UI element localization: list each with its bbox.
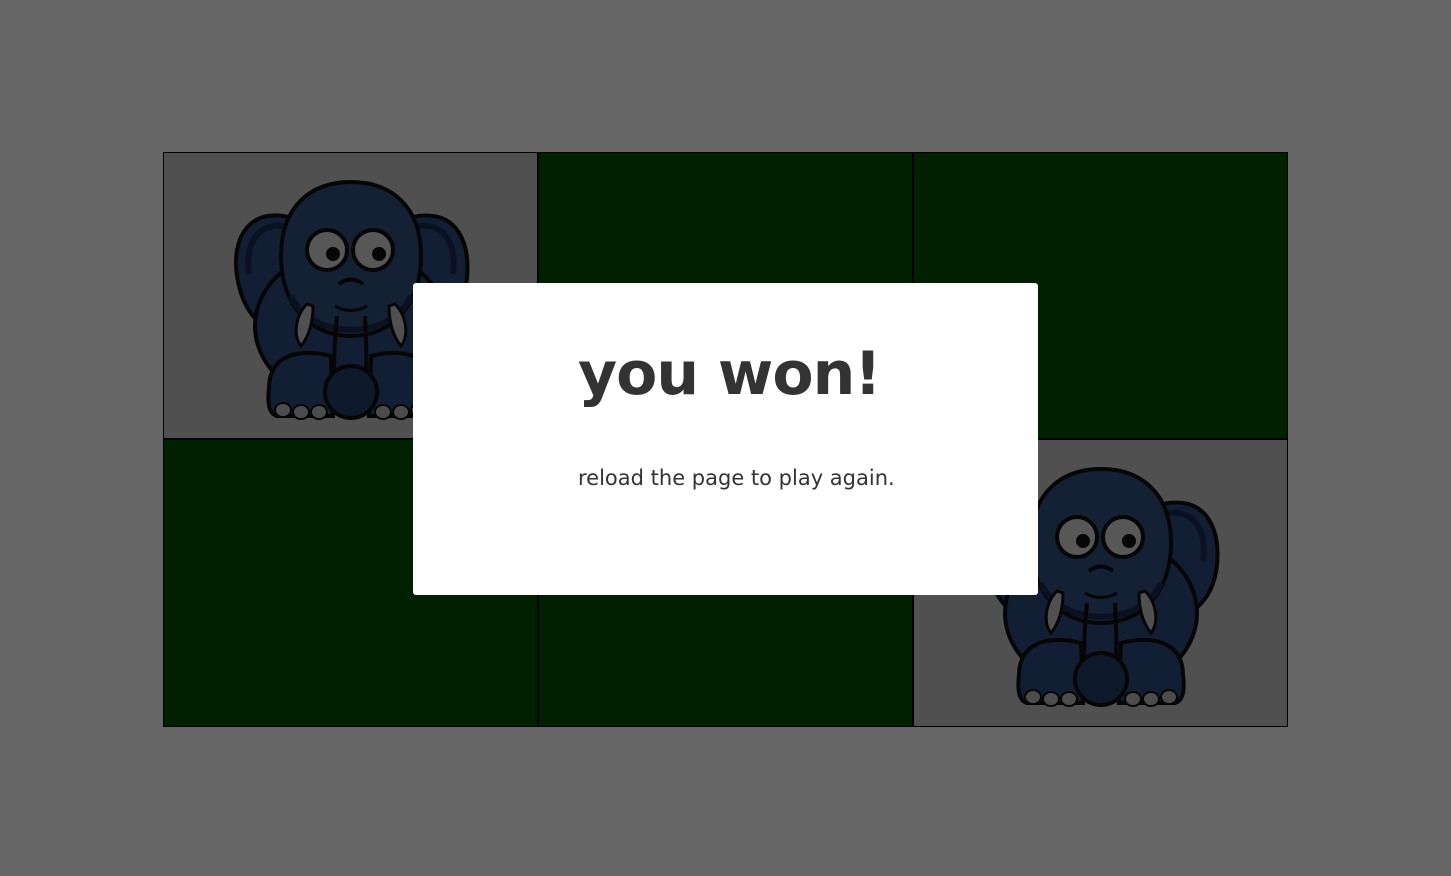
win-message: reload the page to play again. <box>578 466 895 490</box>
win-title: you won! <box>578 339 882 409</box>
win-dialog: you won! reload the page to play again. <box>413 283 1038 595</box>
